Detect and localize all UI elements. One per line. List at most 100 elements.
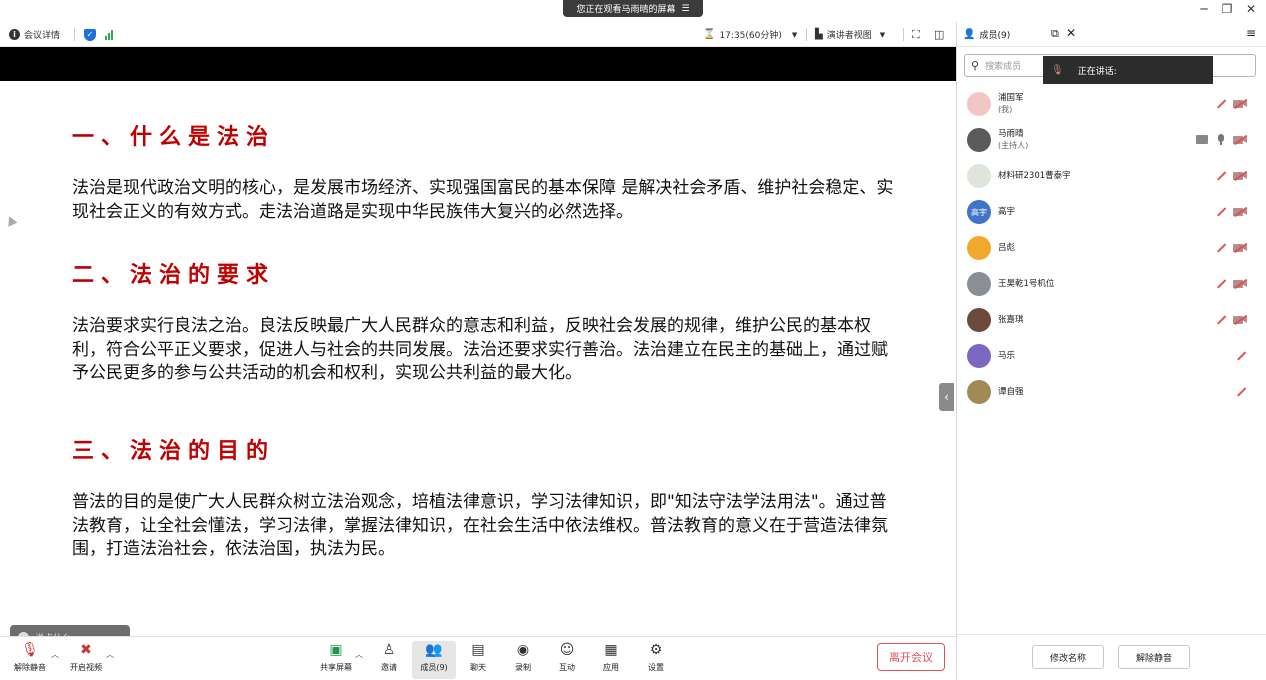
settings-button[interactable]: ⚙ 设置 xyxy=(634,641,678,679)
signal-bars-icon xyxy=(105,29,113,40)
layout-icon: ▙ xyxy=(815,29,823,40)
mic-muted-icon[interactable] xyxy=(1215,206,1227,218)
restore-button[interactable]: ❐ xyxy=(1219,2,1235,16)
avatar xyxy=(967,380,991,404)
member-row[interactable]: 王昊乾1号机位 xyxy=(957,266,1266,302)
settings-label: 设置 xyxy=(648,663,664,672)
divider xyxy=(74,28,75,41)
sidebar-toggle-icon: ◫ xyxy=(934,28,945,41)
mic-muted-icon[interactable] xyxy=(1235,386,1247,398)
chevron-down-icon: ▼ xyxy=(879,30,886,39)
view-mode-label: 演讲者视图 xyxy=(826,31,872,41)
add-user-icon: ♙ xyxy=(382,642,396,658)
mic-muted-icon[interactable] xyxy=(1235,350,1247,362)
chat-button[interactable]: ▤ 聊天 xyxy=(456,641,500,679)
camera-off-icon[interactable] xyxy=(1233,243,1247,253)
member-name: 浦国军 (我) xyxy=(998,93,1024,114)
chevron-left-icon: ‹ xyxy=(944,390,949,404)
slide-heading-1: 一、什么是法治 xyxy=(72,124,276,150)
apps-button[interactable]: ▦ 应用 xyxy=(589,641,633,679)
meeting-info-button[interactable]: i 会议详情 xyxy=(9,22,60,47)
camera-off-icon[interactable] xyxy=(1233,171,1247,181)
record-icon: ◉ xyxy=(516,642,530,658)
leave-meeting-button[interactable]: 离开会议 xyxy=(877,643,945,671)
member-row[interactable]: 马雨晴 (主持人) xyxy=(957,122,1266,158)
members-panel: 👤 成员(9) ⧉ ✕ ≡ ⚲ 搜索成员 🎙 正在讲话: 浦国军 (我) 马雨晴(… xyxy=(956,22,1266,680)
chevron-up-icon[interactable]: ︿ xyxy=(51,649,59,660)
timer-label: 17:35(60分钟) xyxy=(719,31,782,41)
member-row[interactable]: 张嘉琪 xyxy=(957,302,1266,338)
camera-off-icon[interactable] xyxy=(1233,135,1247,145)
mic-muted-icon[interactable] xyxy=(1215,98,1227,110)
fullscreen-button[interactable]: ⛶ xyxy=(912,22,920,47)
chevron-up-icon[interactable]: ︿ xyxy=(106,649,114,660)
member-name: 马雨晴 (主持人) xyxy=(998,129,1029,150)
meeting-timer[interactable]: ⌛ 17:35(60分钟) ▼ xyxy=(703,22,797,47)
mic-icon[interactable] xyxy=(1216,134,1226,146)
screen-share-icon xyxy=(1196,135,1208,144)
unmute-all-button[interactable]: 解除静音 xyxy=(1118,645,1190,669)
member-row[interactable]: 浦国军 (我) xyxy=(957,86,1266,122)
members-icon: 👤 xyxy=(963,29,976,40)
record-button[interactable]: ◉ 录制 xyxy=(501,641,545,679)
menu-lines-icon[interactable]: ☰ xyxy=(681,4,689,14)
unmute-label: 解除静音 xyxy=(14,663,46,672)
mouse-cursor-icon xyxy=(4,214,18,227)
member-row[interactable]: 高宇 高宇 xyxy=(957,194,1266,230)
mic-muted-icon[interactable] xyxy=(1215,278,1227,290)
avatar xyxy=(967,308,991,332)
camera-off-icon[interactable] xyxy=(1233,99,1247,109)
search-icon: ⚲ xyxy=(971,59,980,72)
security-status[interactable]: ✓ xyxy=(84,22,96,47)
mic-muted-icon: 🎙 xyxy=(1051,64,1064,76)
popout-icon[interactable]: ⧉ xyxy=(1051,27,1059,41)
camera-off-icon[interactable] xyxy=(1233,207,1247,217)
fullscreen-icon: ⛶ xyxy=(912,27,920,41)
mic-muted-icon[interactable] xyxy=(1215,314,1227,326)
start-video-label: 开启视频 xyxy=(70,663,102,672)
member-row[interactable]: 吕彪 xyxy=(957,230,1266,266)
interact-button[interactable]: ☺ 互动 xyxy=(545,641,589,679)
camera-off-icon[interactable] xyxy=(1233,279,1247,289)
camera-off-icon[interactable] xyxy=(1233,315,1247,325)
slide-paragraph-3: 普法的目的是使广大人民群众树立法治观念，培植法律意识，学习法律知识，即"知法守法… xyxy=(72,492,888,559)
close-button[interactable]: ✕ xyxy=(1243,2,1259,16)
unmute-button[interactable]: 🎙 解除静音 xyxy=(8,641,52,679)
share-screen-label: 共享屏幕 xyxy=(320,663,352,672)
share-banner[interactable]: 您正在观看马雨晴的屏幕 ☰ xyxy=(563,0,703,17)
member-row[interactable]: 谭自强 xyxy=(957,374,1266,410)
mic-muted-icon[interactable] xyxy=(1215,242,1227,254)
view-mode-select[interactable]: ▙ 演讲者视图 ▼ xyxy=(815,22,885,47)
panel-collapse-button[interactable]: ‹ xyxy=(939,383,954,411)
mic-muted-icon[interactable] xyxy=(1215,170,1227,182)
invite-button[interactable]: ♙ 邀请 xyxy=(367,641,411,679)
chat-icon: ▤ xyxy=(471,642,485,658)
member-name: 高宇 xyxy=(998,206,1016,217)
hourglass-icon: ⌛ xyxy=(703,29,716,40)
interact-icon: ☺ xyxy=(559,642,575,658)
minimize-button[interactable]: ─ xyxy=(1196,2,1212,16)
members-button[interactable]: 👥 成员(9) xyxy=(412,641,456,679)
close-icon[interactable]: ✕ xyxy=(1066,26,1076,40)
divider xyxy=(903,28,904,41)
avatar xyxy=(967,236,991,260)
avatar xyxy=(967,92,991,116)
member-row[interactable]: 马乐 xyxy=(957,338,1266,374)
chat-label: 聊天 xyxy=(470,663,486,672)
avatar xyxy=(967,128,991,152)
member-name: 王昊乾1号机位 xyxy=(998,278,1055,289)
search-placeholder: 搜索成员 xyxy=(985,62,1022,72)
share-banner-label: 您正在观看马雨晴的屏幕 xyxy=(576,5,676,15)
avatar: 高宇 xyxy=(967,200,991,224)
share-screen-button[interactable]: ▣ 共享屏幕 xyxy=(314,641,358,679)
chevron-up-icon[interactable]: ︿ xyxy=(355,649,363,660)
network-signal[interactable] xyxy=(105,22,113,47)
sidebar-toggle-button[interactable]: ◫ xyxy=(934,22,944,47)
members-tab-label: 成员(9) xyxy=(979,31,1011,41)
menu-lines-icon[interactable]: ≡ xyxy=(1246,26,1256,40)
start-video-button[interactable]: ✖ 开启视频 xyxy=(64,641,108,679)
speaking-label: 正在讲话: xyxy=(1077,66,1117,77)
member-row[interactable]: 材料研2301曹泰宇 xyxy=(957,158,1266,194)
members-tab[interactable]: 👤 成员(9) xyxy=(963,28,1010,41)
rename-button[interactable]: 修改名称 xyxy=(1032,645,1104,669)
